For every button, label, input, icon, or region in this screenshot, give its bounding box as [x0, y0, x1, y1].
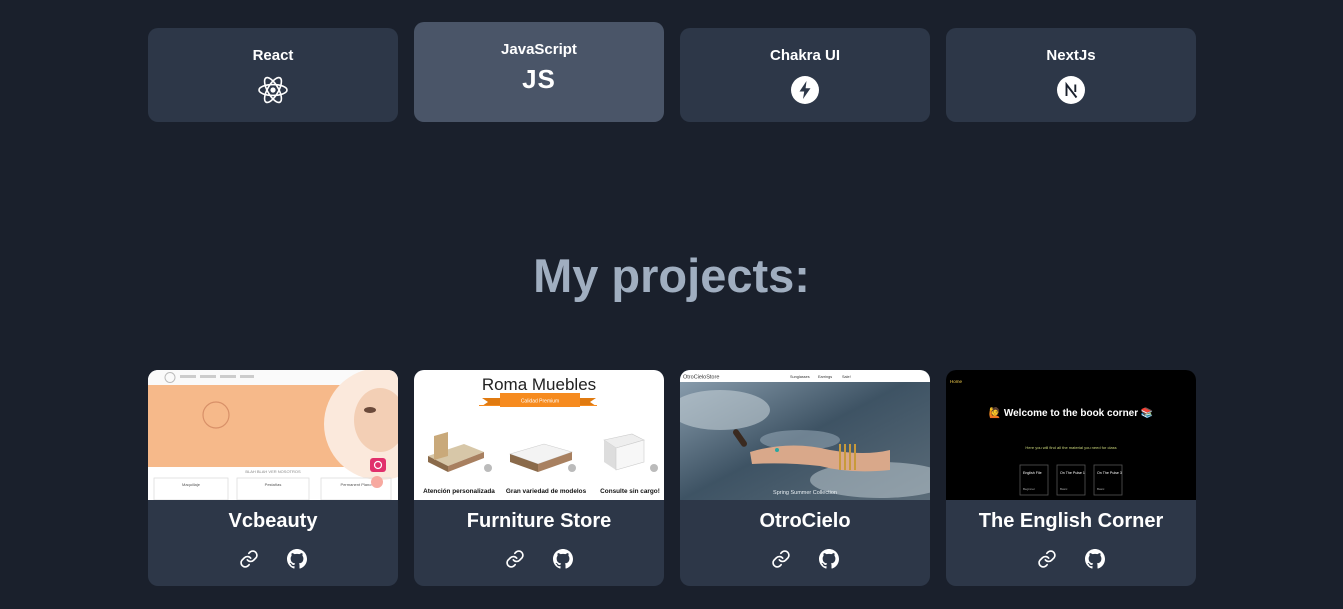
english-nav: Home	[950, 379, 963, 384]
project-title: Furniture Store	[466, 510, 612, 532]
otrocielo-nav: Sunglasses	[790, 375, 810, 379]
project-screenshot[interactable]: Home 🙋 Welcome to the book corner 📚 Here…	[946, 370, 1196, 500]
skill-card-chakra-ui[interactable]: Chakra UI	[680, 28, 930, 122]
link-icon[interactable]	[770, 548, 792, 570]
nextjs-icon	[1055, 74, 1087, 106]
skill-label: React	[252, 47, 294, 64]
english-card-title: On The Pulse 3	[1097, 471, 1122, 475]
projects-heading: My projects:	[533, 249, 810, 302]
link-icon[interactable]	[504, 548, 526, 570]
vcbeauty-box-label: Permanent Plano	[341, 482, 373, 487]
skill-label: JavaScript	[501, 41, 577, 58]
project-card-furniture-store: Roma Muebles Calidad Premium Atención pe…	[414, 370, 664, 586]
skill-label: Chakra UI	[769, 47, 841, 64]
english-sub: Here you will find all the material you …	[1025, 445, 1116, 450]
js-icon: JS	[522, 64, 556, 94]
furniture-caption: Consulte sin cargo!	[600, 488, 660, 495]
project-screenshot[interactable]: BLAH BLAH VER NOSOTROS Maquillaje Pestañ…	[148, 370, 398, 500]
skill-card-nextjs[interactable]: NextJs	[946, 28, 1196, 122]
project-card-otrocielo: OtroCieloStore Sunglasses Earrings Sale!…	[680, 370, 930, 586]
project-card-the-english-corner: Home 🙋 Welcome to the book corner 📚 Here…	[946, 370, 1196, 586]
furniture-caption: Atención personalizada	[423, 488, 495, 495]
project-screenshot[interactable]: Roma Muebles Calidad Premium Atención pe…	[414, 370, 664, 500]
project-title: OtroCielo	[759, 510, 851, 532]
github-icon[interactable]	[1084, 548, 1106, 570]
skill-label: NextJs	[1046, 47, 1096, 64]
english-card-foot: Beginner	[1023, 487, 1035, 491]
vcbeauty-caption: BLAH BLAH VER NOSOTROS	[245, 469, 301, 474]
otrocielo-nav: Sale!	[842, 375, 851, 379]
github-icon[interactable]	[818, 548, 840, 570]
otrocielo-brand: OtroCieloStore	[683, 375, 719, 381]
furniture-caption: Gran variedad de modelos	[506, 488, 587, 495]
chakra-bolt-icon	[789, 74, 821, 106]
vcbeauty-box-label: Maquillaje	[182, 482, 201, 487]
github-icon[interactable]	[552, 548, 574, 570]
skill-card-react[interactable]: React	[148, 28, 398, 122]
vcbeauty-box-label: Pestañas	[265, 482, 282, 487]
project-screenshot[interactable]: OtroCieloStore Sunglasses Earrings Sale!…	[680, 370, 930, 500]
furniture-brand: Roma Muebles	[482, 375, 596, 394]
skill-card-javascript[interactable]: JavaScript JS	[414, 22, 664, 122]
link-icon[interactable]	[238, 548, 260, 570]
project-title: Vcbeauty	[228, 510, 318, 532]
furniture-ribbon: Calidad Premium	[521, 399, 559, 405]
project-card-vcbeauty: BLAH BLAH VER NOSOTROS Maquillaje Pestañ…	[148, 370, 398, 586]
github-icon[interactable]	[286, 548, 308, 570]
react-icon	[257, 74, 289, 106]
otrocielo-nav: Earrings	[818, 375, 832, 379]
english-card-title: On The Pulse 1	[1060, 471, 1085, 475]
project-title: The English Corner	[978, 510, 1164, 532]
link-icon[interactable]	[1036, 548, 1058, 570]
english-headline: 🙋 Welcome to the book corner 📚	[989, 406, 1154, 419]
skills-row: React JavaScript JS Chakra UI NextJs	[0, 0, 1343, 130]
otrocielo-caption: Spring Summer Collection	[773, 490, 837, 496]
english-card-foot: Basic	[1097, 487, 1105, 491]
english-card-title: English File	[1023, 471, 1042, 475]
english-card-foot: Basic	[1060, 487, 1068, 491]
